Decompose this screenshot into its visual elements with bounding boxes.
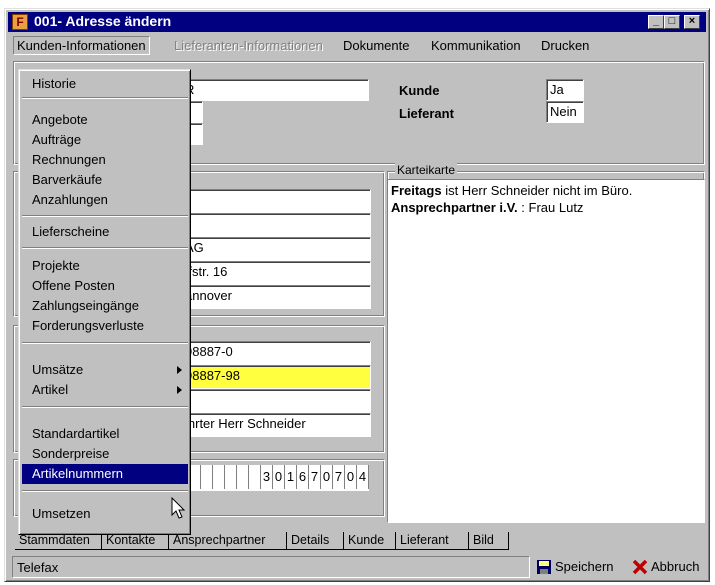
menu-item-sonderpreise[interactable]: Sonderpreise bbox=[22, 444, 188, 464]
submenu-arrow-icon bbox=[177, 366, 182, 374]
menu-kommunikation[interactable]: Kommunikation bbox=[431, 38, 521, 53]
phone-field[interactable]: 98887-0 bbox=[181, 341, 371, 365]
menu-item-umsaetze-label: Umsätze bbox=[32, 362, 84, 377]
contact-person-field[interactable]: ihrter Herr Schneider bbox=[181, 413, 371, 437]
lieferant-label: Lieferant bbox=[399, 106, 454, 121]
menu-item-offene-posten[interactable]: Offene Posten bbox=[22, 276, 188, 296]
account-digit: 0 bbox=[345, 465, 357, 489]
account-digit: 7 bbox=[333, 465, 345, 489]
account-digit bbox=[237, 465, 249, 489]
memo-line-1: Freitags ist Herr Schneider nicht im Bür… bbox=[391, 182, 701, 199]
memo-line-2-text: : Frau Lutz bbox=[517, 200, 584, 215]
cancel-label: Abbruch bbox=[651, 559, 700, 574]
menu-item-artikel[interactable]: Artikel bbox=[22, 380, 188, 400]
account-digit bbox=[201, 465, 213, 489]
account-digit bbox=[225, 465, 237, 489]
menu-separator bbox=[22, 406, 188, 408]
menu-item-zahlungseingaenge[interactable]: Zahlungseingänge bbox=[22, 296, 188, 316]
save-label: Speichern bbox=[555, 559, 614, 574]
window-title: 001- Adresse ändern bbox=[34, 13, 172, 29]
kunden-informationen-dropdown: Historie Angebote Aufträge Rechnungen Ba… bbox=[18, 69, 191, 535]
account-digit: 6 bbox=[297, 465, 309, 489]
menu-dokumente[interactable]: Dokumente bbox=[343, 38, 409, 53]
account-digit: 3 bbox=[261, 465, 273, 489]
city-field[interactable]: annover bbox=[181, 285, 371, 309]
menu-lieferanten-informationen: Lieferanten-Informationen bbox=[174, 38, 323, 53]
memo-line-2-bold: Ansprechpartner i.V. bbox=[391, 200, 518, 215]
status-field: Telefax bbox=[12, 556, 530, 578]
account-number-field[interactable]: 3 0 1 6 7 0 7 0 4 bbox=[189, 465, 369, 491]
menu-bar: Kunden-Informationen Lieferanten-Informa… bbox=[8, 35, 706, 57]
account-digit: 0 bbox=[321, 465, 333, 489]
tab-kunde[interactable]: Kunde bbox=[344, 532, 396, 550]
main-window: F 001- Adresse ändern _ □ × Kunden-Infor… bbox=[4, 8, 710, 582]
name-field[interactable]: R bbox=[181, 79, 369, 101]
menu-drucken[interactable]: Drucken bbox=[541, 38, 589, 53]
title-bar[interactable]: F 001- Adresse ändern _ □ × bbox=[8, 12, 706, 32]
maximize-icon[interactable]: □ bbox=[664, 15, 680, 29]
menu-item-historie[interactable]: Historie bbox=[22, 74, 188, 94]
karteikarte-title: Karteikarte bbox=[395, 163, 458, 177]
menu-item-standardartikel[interactable]: Standardartikel bbox=[22, 424, 188, 444]
karteikarte-memo[interactable]: Freitags ist Herr Schneider nicht im Bür… bbox=[387, 179, 705, 523]
memo-line-2: Ansprechpartner i.V. : Frau Lutz bbox=[391, 199, 701, 216]
menu-item-artikelnummern[interactable]: Artikelnummern bbox=[22, 464, 188, 484]
tab-lieferant[interactable]: Lieferant bbox=[396, 532, 469, 550]
tab-details[interactable]: Details bbox=[287, 532, 344, 550]
street-field[interactable]: ffstr. 16 bbox=[181, 261, 371, 285]
company-field[interactable]: AG bbox=[181, 237, 371, 261]
app-icon[interactable]: F bbox=[12, 14, 28, 30]
menu-item-umsaetze[interactable]: Umsätze bbox=[22, 360, 188, 380]
memo-line-1-bold: Freitags bbox=[391, 183, 442, 198]
floppy-disk-icon bbox=[537, 560, 551, 574]
menu-kunden-informationen[interactable]: Kunden-Informationen bbox=[13, 36, 150, 55]
account-digit: 1 bbox=[285, 465, 297, 489]
menu-item-umsetzen[interactable]: Umsetzen bbox=[22, 504, 188, 524]
menu-separator bbox=[22, 247, 188, 249]
cancel-button[interactable]: Abbruch bbox=[632, 556, 699, 578]
menu-item-projekte[interactable]: Projekte bbox=[22, 256, 188, 276]
menu-separator bbox=[22, 342, 188, 344]
menu-item-anzahlungen[interactable]: Anzahlungen bbox=[22, 190, 188, 210]
kunde-field[interactable]: Ja bbox=[546, 79, 584, 101]
menu-item-auftraege[interactable]: Aufträge bbox=[22, 130, 188, 150]
menu-item-rechnungen[interactable]: Rechnungen bbox=[22, 150, 188, 170]
account-digit bbox=[249, 465, 261, 489]
address-field-1[interactable] bbox=[181, 189, 371, 213]
kunde-label: Kunde bbox=[399, 83, 440, 98]
status-bar: Telefax Speichern Abbruch bbox=[8, 555, 706, 579]
account-digit bbox=[213, 465, 225, 489]
contact-field-3[interactable] bbox=[181, 389, 371, 413]
menu-separator bbox=[22, 215, 188, 217]
cancel-x-icon bbox=[632, 559, 648, 575]
minimize-icon[interactable]: _ bbox=[648, 15, 664, 29]
menu-separator bbox=[22, 97, 188, 99]
fax-field[interactable]: 98887-98 bbox=[181, 365, 371, 389]
submenu-arrow-icon bbox=[177, 386, 182, 394]
menu-separator bbox=[22, 490, 188, 492]
lieferant-field[interactable]: Nein bbox=[546, 101, 584, 123]
menu-item-angebote[interactable]: Angebote bbox=[22, 110, 188, 130]
close-icon[interactable]: × bbox=[684, 15, 700, 29]
menu-item-lieferscheine[interactable]: Lieferscheine bbox=[22, 222, 188, 242]
account-digit: 0 bbox=[273, 465, 285, 489]
menu-item-forderungsverluste[interactable]: Forderungsverluste bbox=[22, 316, 188, 336]
mouse-cursor-icon bbox=[171, 497, 186, 519]
account-digit: 7 bbox=[309, 465, 321, 489]
memo-line-1-text: ist Herr Schneider nicht im Büro. bbox=[441, 183, 633, 198]
menu-item-artikel-label: Artikel bbox=[32, 382, 69, 397]
account-digit: 4 bbox=[357, 465, 369, 489]
tab-bild[interactable]: Bild bbox=[469, 532, 509, 550]
menu-item-barverkaeufe[interactable]: Barverkäufe bbox=[22, 170, 188, 190]
save-button[interactable]: Speichern bbox=[536, 556, 614, 578]
address-field-2[interactable] bbox=[181, 213, 371, 237]
